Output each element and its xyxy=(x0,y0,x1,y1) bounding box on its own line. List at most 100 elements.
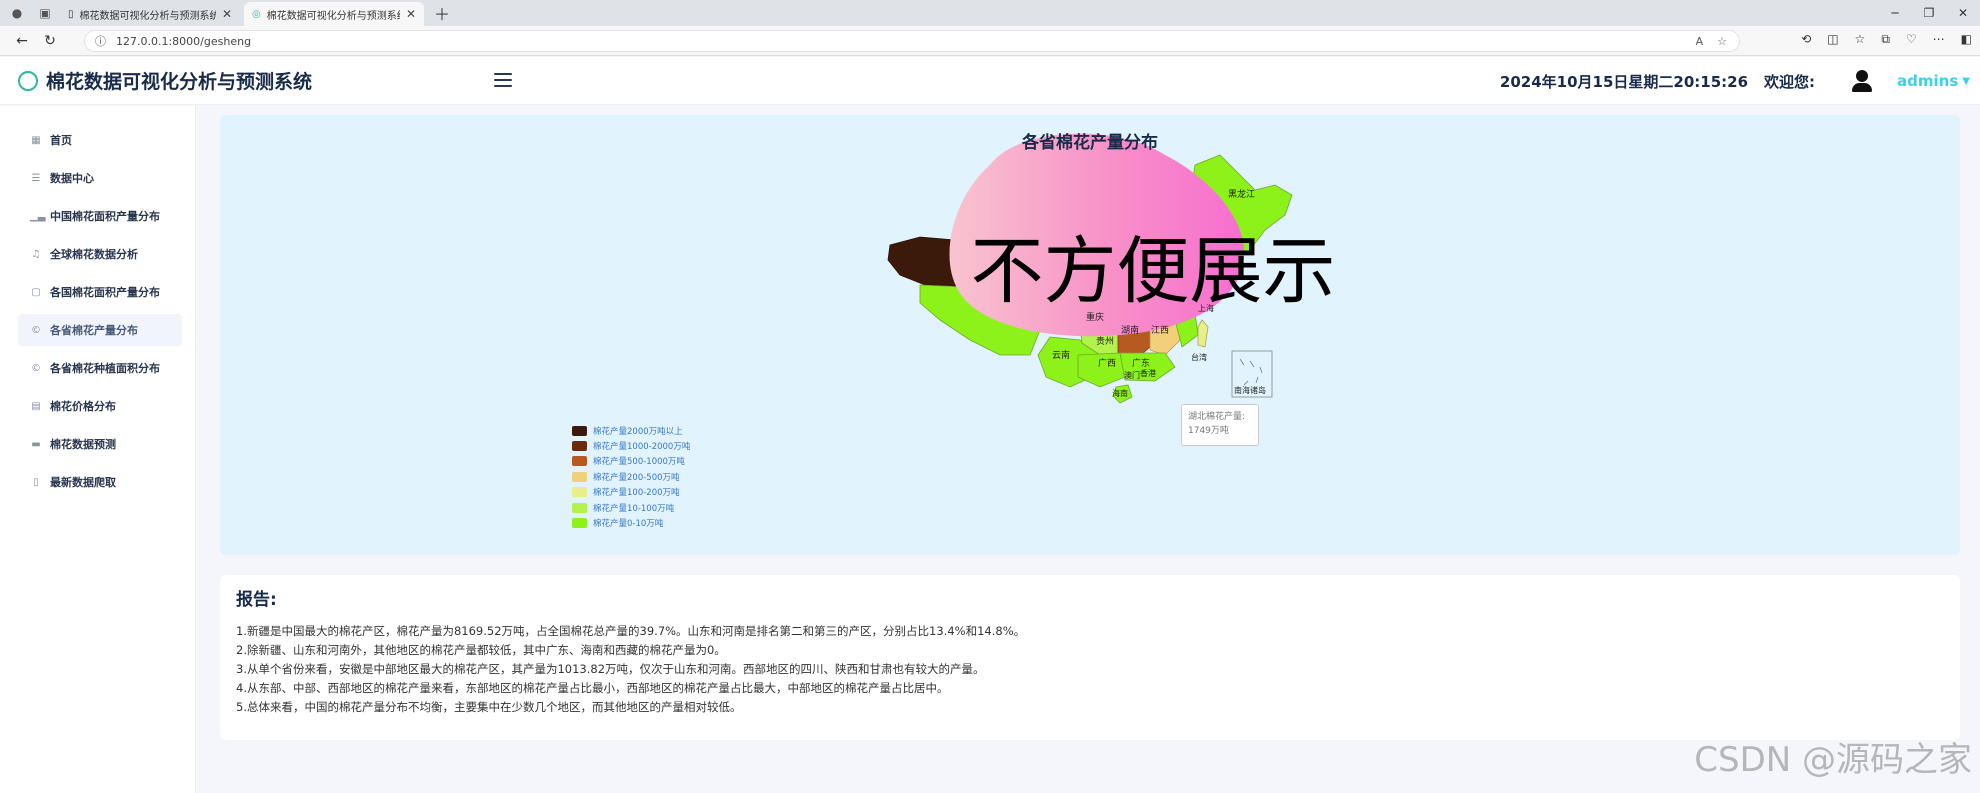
sidebar-item-data-center[interactable]: ☰ 数据中心 xyxy=(18,162,182,194)
close-icon[interactable]: ✕ xyxy=(222,7,232,21)
legend-swatch xyxy=(572,441,587,452)
report-line: 5.总体来看，中国的棉花产量分布不均衡，主要集中在少数几个地区，而其他地区的产量… xyxy=(236,700,742,714)
favorites-icon[interactable]: ☆ xyxy=(1855,32,1866,47)
report-line: 1.新疆是中国最大的棉花产区，棉花产量为8169.52万吨，占全国棉花总产量的3… xyxy=(236,624,1026,638)
label-guangdong: 广东 xyxy=(1132,357,1150,369)
label-guizhou: 贵州 xyxy=(1096,335,1114,347)
china-map: 黑龙江 重庆 湖南 江西 贵州 云南 广西 广东 澳门 香港 台湾 海南 南海诸… xyxy=(887,133,1293,404)
sidebar-item-label: 各国棉花面积产量分布 xyxy=(50,286,160,299)
sidebar-item-home[interactable]: ▦ 首页 xyxy=(18,124,182,156)
user-icon[interactable] xyxy=(1849,68,1875,94)
database-icon: ☰ xyxy=(31,172,41,184)
close-icon[interactable]: ✕ xyxy=(406,7,416,21)
url-text: 127.0.0.1:8000/gesheng xyxy=(116,34,252,48)
label-aomen: 澳门 xyxy=(1124,370,1140,380)
restore-icon[interactable]: ❐ xyxy=(1912,6,1946,20)
legend-item[interactable]: 棉花产量500-1000万吨 xyxy=(572,454,690,469)
sidebar: ▦ 首页 ☰ 数据中心 ▁▃ 中国棉花面积产量分布 ♫ 全球棉花数据分析 ▢ 各… xyxy=(0,106,196,793)
tooltip-line-2: 1749万吨 xyxy=(1188,426,1229,436)
info-icon[interactable]: ⓘ xyxy=(95,33,106,49)
tab-title: 棉花数据可视化分析与预测系统 xyxy=(266,10,400,22)
bar-chart-icon: ▁▃ xyxy=(30,210,46,222)
browser-address-bar: ← ↻ ⓘ 127.0.0.1:8000/gesheng A ☆ ⟲ ◫ ☆ ⧉… xyxy=(0,26,1980,56)
datetime: 2024年10月15日星期二20:15:26 xyxy=(1499,72,1749,91)
site-icon: ◎ xyxy=(252,8,261,20)
collections-icon[interactable]: ⧉ xyxy=(1881,32,1890,47)
sidebar-item-label: 各省棉花种植面积分布 xyxy=(50,362,160,375)
browser-tab-2[interactable]: ◎ 棉花数据可视化分析与预测系统 ✕ xyxy=(244,2,424,26)
menu-toggle-icon[interactable] xyxy=(494,70,512,90)
map-legend: 棉花产量2000万吨以上 棉花产量1000-2000万吨 棉花产量500-100… xyxy=(572,423,690,531)
overlay-text: 不方便展示 xyxy=(970,229,1336,314)
legend-item[interactable]: 棉花产量10-100万吨 xyxy=(572,500,690,515)
sidebar-item-china-area-yield[interactable]: ▁▃ 中国棉花面积产量分布 xyxy=(18,200,182,232)
close-window-icon[interactable]: ✕ xyxy=(1946,6,1980,20)
new-tab-icon[interactable]: ＋ xyxy=(434,1,450,25)
bell-icon: ♫ xyxy=(31,248,41,260)
label-yunnan: 云南 xyxy=(1052,349,1070,361)
archive-icon: ▤ xyxy=(31,400,41,412)
profile-icon[interactable]: ● xyxy=(6,2,28,24)
sidebar-item-province-yield[interactable]: © 各省棉花产量分布 xyxy=(18,314,182,346)
user-dropdown[interactable]: admins ▼ xyxy=(1891,72,1970,90)
legend-label: 棉花产量500-1000万吨 xyxy=(593,457,685,468)
browser-essentials-icon[interactable]: ♡ xyxy=(1906,32,1917,47)
sidebar-item-forecast[interactable]: ▬ 棉花数据预测 xyxy=(18,428,182,460)
read-aloud-icon[interactable]: A xyxy=(1696,35,1704,48)
map-title: 各省棉花产量分布 xyxy=(1022,133,1158,153)
sidebar-item-label: 各省棉花产量分布 xyxy=(50,324,138,337)
browser-tab-1[interactable]: ▯ 棉花数据可视化分析与预测系统 ✕ xyxy=(60,2,240,26)
more-icon[interactable]: ⋯ xyxy=(1933,32,1945,47)
report-title: 报告: xyxy=(236,590,277,610)
window-controls: ─ ❐ ✕ xyxy=(1878,0,1980,26)
browser-toolbar: ⟲ ◫ ☆ ⧉ ♡ ⋯ ◧ xyxy=(1801,32,1972,47)
calendar-icon: ▢ xyxy=(31,286,41,298)
sidebar-item-label: 首页 xyxy=(50,134,72,147)
province-yield-map-card: 黑龙江 重庆 湖南 江西 贵州 云南 广西 广东 澳门 香港 台湾 海南 南海诸… xyxy=(220,115,1960,555)
legend-swatch xyxy=(572,471,587,482)
sidebar-toggle-icon[interactable]: ◧ xyxy=(1961,32,1972,47)
table-icon: ▬ xyxy=(31,438,41,450)
extensions-icon[interactable]: ⟲ xyxy=(1801,32,1811,47)
sidebar-item-crawl[interactable]: ▯ 最新数据爬取 xyxy=(18,466,182,498)
label-jiangxi: 江西 xyxy=(1151,325,1169,336)
sidebar-item-global-analysis[interactable]: ♫ 全球棉花数据分析 xyxy=(18,238,182,270)
split-screen-icon[interactable]: ◫ xyxy=(1827,32,1838,47)
legend-item[interactable]: 棉花产量200-500万吨 xyxy=(572,469,690,484)
favorite-star-icon[interactable]: ☆ xyxy=(1717,35,1727,48)
legend-item[interactable]: 棉花产量100-200万吨 xyxy=(572,485,690,500)
legend-label: 棉花产量10-100万吨 xyxy=(593,503,675,514)
legend-item[interactable]: 棉花产量1000-2000万吨 xyxy=(572,438,690,453)
legend-label: 棉花产量100-200万吨 xyxy=(593,488,680,499)
report-card: 报告: 1.新疆是中国最大的棉花产区，棉花产量为8169.52万吨，占全国棉花总… xyxy=(220,575,1960,740)
sidebar-item-price[interactable]: ▤ 棉花价格分布 xyxy=(18,390,182,422)
report-line: 3.从单个省份来看，安徽是中部地区最大的棉花产区，其产量为1013.82万吨，仅… xyxy=(236,662,985,676)
legend-item[interactable]: 棉花产量2000万吨以上 xyxy=(572,423,690,438)
tab-title: 棉花数据可视化分析与预测系统 xyxy=(79,10,216,22)
sidebar-item-label: 棉花数据预测 xyxy=(50,438,116,451)
province-taiwan[interactable] xyxy=(1197,319,1209,348)
welcome-text: 欢迎您: xyxy=(1764,72,1816,91)
nanhai-dashes xyxy=(1239,358,1263,386)
sidebar-item-label: 全球棉花数据分析 xyxy=(50,248,138,261)
logo-icon xyxy=(18,70,38,91)
refresh-icon[interactable]: ↻ xyxy=(36,33,64,49)
file-icon: ▯ xyxy=(33,476,39,488)
app-header: 棉花数据可视化分析与预测系统 2024年10月15日星期二20:15:26 欢迎… xyxy=(0,57,1980,105)
legend-swatch xyxy=(572,518,587,529)
minimize-icon[interactable]: ─ xyxy=(1878,6,1912,20)
legend-swatch xyxy=(572,425,587,436)
sidebar-item-country-area-yield[interactable]: ▢ 各国棉花面积产量分布 xyxy=(18,276,182,308)
legend-swatch xyxy=(572,487,587,498)
sidebar-item-province-area[interactable]: © 各省棉花种植面积分布 xyxy=(18,352,182,384)
back-icon[interactable]: ← xyxy=(8,33,36,49)
url-field[interactable]: ⓘ 127.0.0.1:8000/gesheng A ☆ xyxy=(84,30,1740,52)
legend-item[interactable]: 棉花产量0-10万吨 xyxy=(572,515,690,530)
tab-actions-icon[interactable]: ▣ xyxy=(34,2,56,24)
label-taiwan: 台湾 xyxy=(1191,352,1207,362)
chevron-down-icon: ▼ xyxy=(1962,75,1970,87)
label-nanhai: 南海诸岛 xyxy=(1234,385,1266,395)
report-body: 1.新疆是中国最大的棉花产区，棉花产量为8169.52万吨，占全国棉花总产量的3… xyxy=(236,622,1025,717)
app-title: 棉花数据可视化分析与预测系统 xyxy=(46,71,313,93)
legend-label: 棉花产量1000-2000万吨 xyxy=(593,442,691,453)
